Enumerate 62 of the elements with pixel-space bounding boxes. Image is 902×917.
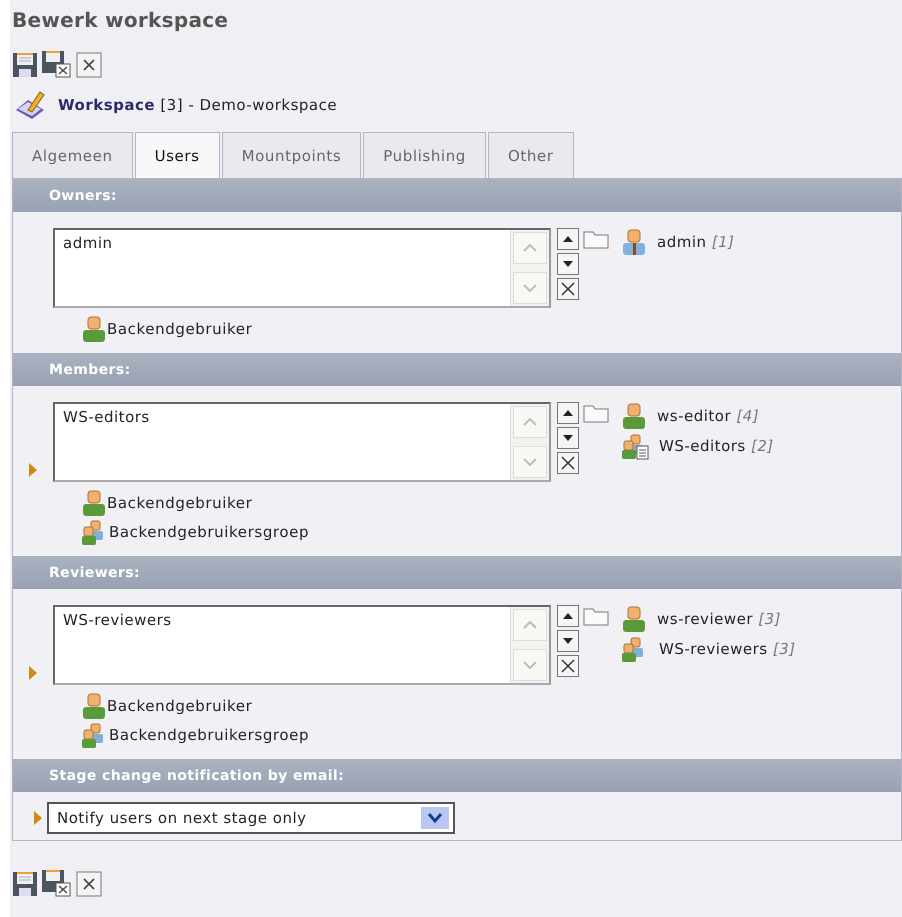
move-up-button[interactable] xyxy=(557,228,579,250)
allowed-type-label: Backendgebruikersgroep xyxy=(109,522,310,540)
close-icon xyxy=(561,456,575,470)
tab[interactable]: Algemeen xyxy=(12,132,133,178)
user-icon xyxy=(81,488,107,516)
triangle-up-icon xyxy=(563,613,573,619)
record-link[interactable]: ws-editor [4] xyxy=(657,407,760,425)
tab[interactable]: Mountpoints xyxy=(222,132,362,178)
tab[interactable]: Publishing xyxy=(363,132,486,178)
selection-listbox[interactable]: admin xyxy=(53,228,551,308)
move-down-button[interactable] xyxy=(557,630,579,652)
triangle-down-icon xyxy=(563,638,573,644)
record-link[interactable]: WS-reviewers [3] xyxy=(659,640,796,658)
move-down-button[interactable] xyxy=(557,253,579,275)
list-option[interactable]: admin xyxy=(63,234,502,252)
save-icon[interactable] xyxy=(12,52,38,78)
triangle-up-icon xyxy=(563,410,573,416)
section-header: Reviewers: xyxy=(13,556,901,589)
section-header: Owners: xyxy=(13,179,901,212)
record-link[interactable]: ws-reviewer [3] xyxy=(657,610,782,628)
selection-listbox[interactable]: WS-editors xyxy=(53,402,551,482)
save-close-icon[interactable] xyxy=(41,869,73,897)
user-icon xyxy=(81,314,107,342)
page-title: Bewerk workspace xyxy=(11,7,230,34)
triangle-up-icon xyxy=(563,236,573,242)
user-group-list-icon xyxy=(621,432,649,460)
close-icon[interactable] xyxy=(76,871,102,897)
save-close-icon[interactable] xyxy=(41,50,73,78)
triangle-down-icon xyxy=(563,261,573,267)
move-down-button[interactable] xyxy=(557,427,579,449)
move-up-button[interactable] xyxy=(557,605,579,627)
allowed-type-label: Backendgebruiker xyxy=(107,696,252,714)
section-header: Members: xyxy=(13,353,901,386)
remove-button[interactable] xyxy=(557,655,579,677)
list-option[interactable]: WS-editors xyxy=(63,408,502,426)
allowed-type-label: Backendgebruikersgroep xyxy=(109,726,310,744)
save-icon[interactable] xyxy=(12,871,38,897)
list-option[interactable]: WS-reviewers xyxy=(63,611,502,629)
allowed-type-label: Backendgebruiker xyxy=(107,320,252,338)
user-icon xyxy=(81,692,107,720)
user-icon xyxy=(621,228,647,256)
triangle-down-icon xyxy=(563,435,573,441)
record-title: Workspace [3] - Demo-workspace xyxy=(58,96,338,114)
tab[interactable]: Other xyxy=(488,132,574,178)
remove-button[interactable] xyxy=(557,278,579,300)
folder-icon[interactable] xyxy=(583,229,609,249)
record-link[interactable]: admin [1] xyxy=(657,233,735,251)
section-header: Stage change notification by email: xyxy=(13,759,901,792)
allowed-type-label: Backendgebruiker xyxy=(107,494,252,512)
close-icon xyxy=(561,282,575,296)
move-up-button[interactable] xyxy=(557,402,579,424)
close-icon[interactable] xyxy=(76,52,102,78)
folder-icon[interactable] xyxy=(583,606,609,626)
close-icon xyxy=(561,659,575,673)
notification-select[interactable]: Notify users on next stage only xyxy=(47,802,455,834)
folder-icon[interactable] xyxy=(583,403,609,423)
user-icon xyxy=(621,605,647,633)
record-link[interactable]: WS-editors [2] xyxy=(659,437,774,455)
tab[interactable]: Users xyxy=(134,132,220,178)
selection-listbox[interactable]: WS-reviewers xyxy=(53,605,551,685)
remove-button[interactable] xyxy=(557,452,579,474)
user-icon xyxy=(621,402,647,430)
